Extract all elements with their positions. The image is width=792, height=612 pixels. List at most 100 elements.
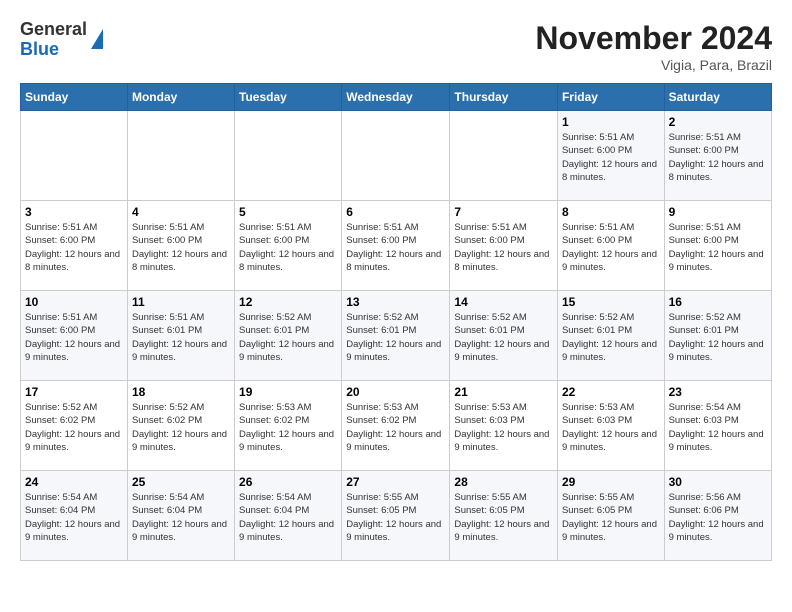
weekday-header-sunday: Sunday <box>21 84 128 111</box>
day-number: 24 <box>25 475 123 489</box>
day-number: 20 <box>346 385 445 399</box>
calendar-week-0: 1 Sunrise: 5:51 AMSunset: 6:00 PMDaylight… <box>21 111 772 201</box>
calendar-cell: 2Sunrise: 5:51 AMSunset: 6:00 PMDaylight… <box>664 111 771 201</box>
month-title: November 2024 <box>535 20 772 57</box>
day-info: Sunrise: 5:51 AMSunset: 6:00 PMDaylight:… <box>669 221 767 274</box>
calendar-cell: 5 Sunrise: 5:51 AMSunset: 6:00 PMDaylight… <box>235 201 342 291</box>
day-number: 27 <box>346 475 445 489</box>
day-info: Sunrise: 5:55 AMSunset: 6:05 PMDaylight:… <box>454 491 553 544</box>
calendar-cell: 26 Sunrise: 5:54 AMSunset: 6:04 PMDayligh… <box>235 471 342 561</box>
logo-blue: Blue <box>20 40 87 60</box>
day-number: 13 <box>346 295 445 309</box>
day-number: 15 <box>562 295 660 309</box>
calendar-cell: 24 Sunrise: 5:54 AMSunset: 6:04 PMDayligh… <box>21 471 128 561</box>
day-info: Sunrise: 5:53 AMSunset: 6:02 PMDaylight:… <box>346 401 445 454</box>
weekday-header-monday: Monday <box>127 84 234 111</box>
calendar-cell: 7 Sunrise: 5:51 AMSunset: 6:00 PMDaylight… <box>450 201 558 291</box>
calendar-cell: 28 Sunrise: 5:55 AMSunset: 6:05 PMDayligh… <box>450 471 558 561</box>
day-number: 19 <box>239 385 337 399</box>
day-info: Sunrise: 5:51 AMSunset: 6:00 PMDaylight:… <box>562 131 660 184</box>
calendar-cell: 22 Sunrise: 5:53 AMSunset: 6:03 PMDayligh… <box>557 381 664 471</box>
calendar-cell: 10Sunrise: 5:51 AMSunset: 6:00 PMDayligh… <box>21 291 128 381</box>
day-number: 11 <box>132 295 230 309</box>
calendar-cell: 4 Sunrise: 5:51 AMSunset: 6:00 PMDaylight… <box>127 201 234 291</box>
day-info: Sunrise: 5:53 AMSunset: 6:03 PMDaylight:… <box>562 401 660 454</box>
calendar-cell: 19 Sunrise: 5:53 AMSunset: 6:02 PMDayligh… <box>235 381 342 471</box>
day-number: 22 <box>562 385 660 399</box>
day-number: 12 <box>239 295 337 309</box>
calendar-cell <box>21 111 128 201</box>
calendar-header-row: SundayMondayTuesdayWednesdayThursdayFrid… <box>21 84 772 111</box>
day-info: Sunrise: 5:54 AMSunset: 6:04 PMDaylight:… <box>239 491 337 544</box>
day-info: Sunrise: 5:53 AMSunset: 6:02 PMDaylight:… <box>239 401 337 454</box>
calendar-cell: 29 Sunrise: 5:55 AMSunset: 6:05 PMDayligh… <box>557 471 664 561</box>
calendar-week-1: 3 Sunrise: 5:51 AMSunset: 6:00 PMDaylight… <box>21 201 772 291</box>
calendar-cell: 27 Sunrise: 5:55 AMSunset: 6:05 PMDayligh… <box>342 471 450 561</box>
day-info: Sunrise: 5:55 AMSunset: 6:05 PMDaylight:… <box>562 491 660 544</box>
calendar-cell: 14 Sunrise: 5:52 AMSunset: 6:01 PMDayligh… <box>450 291 558 381</box>
day-info: Sunrise: 5:51 AMSunset: 6:00 PMDaylight:… <box>239 221 337 274</box>
day-number: 8 <box>562 205 660 219</box>
weekday-header-wednesday: Wednesday <box>342 84 450 111</box>
day-number: 23 <box>669 385 767 399</box>
day-number: 2 <box>669 115 767 129</box>
calendar-cell: 21Sunrise: 5:53 AMSunset: 6:03 PMDayligh… <box>450 381 558 471</box>
calendar-cell: 25 Sunrise: 5:54 AMSunset: 6:04 PMDayligh… <box>127 471 234 561</box>
day-number: 29 <box>562 475 660 489</box>
day-number: 17 <box>25 385 123 399</box>
day-info: Sunrise: 5:52 AMSunset: 6:02 PMDaylight:… <box>132 401 230 454</box>
calendar-cell: 18Sunrise: 5:52 AMSunset: 6:02 PMDayligh… <box>127 381 234 471</box>
day-number: 28 <box>454 475 553 489</box>
day-info: Sunrise: 5:51 AMSunset: 6:01 PMDaylight:… <box>132 311 230 364</box>
title-area: November 2024 Vigia, Para, Brazil <box>535 20 772 73</box>
logo-general: General <box>20 20 87 40</box>
day-number: 5 <box>239 205 337 219</box>
day-info: Sunrise: 5:54 AMSunset: 6:04 PMDaylight:… <box>25 491 123 544</box>
weekday-header-tuesday: Tuesday <box>235 84 342 111</box>
logo: General Blue <box>20 20 103 60</box>
calendar-cell: 12 Sunrise: 5:52 AMSunset: 6:01 PMDayligh… <box>235 291 342 381</box>
calendar-week-4: 24 Sunrise: 5:54 AMSunset: 6:04 PMDayligh… <box>21 471 772 561</box>
page-header: General Blue November 2024 Vigia, Para, … <box>20 20 772 73</box>
calendar-cell: 17Sunrise: 5:52 AMSunset: 6:02 PMDayligh… <box>21 381 128 471</box>
day-number: 7 <box>454 205 553 219</box>
calendar-cell: 13Sunrise: 5:52 AMSunset: 6:01 PMDayligh… <box>342 291 450 381</box>
day-number: 14 <box>454 295 553 309</box>
day-info: Sunrise: 5:51 AMSunset: 6:00 PMDaylight:… <box>25 311 123 364</box>
day-info: Sunrise: 5:51 AMSunset: 6:00 PMDaylight:… <box>25 221 123 274</box>
calendar-cell: 16Sunrise: 5:52 AMSunset: 6:01 PMDayligh… <box>664 291 771 381</box>
day-info: Sunrise: 5:51 AMSunset: 6:00 PMDaylight:… <box>454 221 553 274</box>
weekday-header-friday: Friday <box>557 84 664 111</box>
day-info: Sunrise: 5:51 AMSunset: 6:00 PMDaylight:… <box>346 221 445 274</box>
weekday-header-saturday: Saturday <box>664 84 771 111</box>
day-info: Sunrise: 5:54 AMSunset: 6:04 PMDaylight:… <box>132 491 230 544</box>
calendar-cell: 23 Sunrise: 5:54 AMSunset: 6:03 PMDayligh… <box>664 381 771 471</box>
day-info: Sunrise: 5:54 AMSunset: 6:03 PMDaylight:… <box>669 401 767 454</box>
calendar-cell: 9Sunrise: 5:51 AMSunset: 6:00 PMDaylight… <box>664 201 771 291</box>
calendar-week-3: 17 Sunrise: 5:52 AMSunset: 6:02 PMDayligh… <box>21 381 772 471</box>
calendar-cell: 11 Sunrise: 5:51 AMSunset: 6:01 PMDayligh… <box>127 291 234 381</box>
day-number: 6 <box>346 205 445 219</box>
day-number: 3 <box>25 205 123 219</box>
weekday-header-thursday: Thursday <box>450 84 558 111</box>
calendar-cell: 3 Sunrise: 5:51 AMSunset: 6:00 PMDaylight… <box>21 201 128 291</box>
day-info: Sunrise: 5:51 AMSunset: 6:00 PMDaylight:… <box>132 221 230 274</box>
calendar-week-2: 10Sunrise: 5:51 AMSunset: 6:00 PMDayligh… <box>21 291 772 381</box>
day-info: Sunrise: 5:52 AMSunset: 6:01 PMDaylight:… <box>239 311 337 364</box>
location-label: Vigia, Para, Brazil <box>535 57 772 73</box>
day-info: Sunrise: 5:52 AMSunset: 6:01 PMDaylight:… <box>454 311 553 364</box>
calendar-cell: 30 Sunrise: 5:56 AMSunset: 6:06 PMDayligh… <box>664 471 771 561</box>
day-info: Sunrise: 5:52 AMSunset: 6:01 PMDaylight:… <box>562 311 660 364</box>
calendar-cell: 6 Sunrise: 5:51 AMSunset: 6:00 PMDaylight… <box>342 201 450 291</box>
calendar-cell <box>342 111 450 201</box>
day-number: 1 <box>562 115 660 129</box>
calendar-cell <box>127 111 234 201</box>
day-info: Sunrise: 5:53 AMSunset: 6:03 PMDaylight:… <box>454 401 553 454</box>
day-info: Sunrise: 5:56 AMSunset: 6:06 PMDaylight:… <box>669 491 767 544</box>
day-number: 26 <box>239 475 337 489</box>
day-number: 25 <box>132 475 230 489</box>
day-number: 30 <box>669 475 767 489</box>
day-info: Sunrise: 5:55 AMSunset: 6:05 PMDaylight:… <box>346 491 445 544</box>
day-info: Sunrise: 5:51 AMSunset: 6:00 PMDaylight:… <box>562 221 660 274</box>
day-number: 4 <box>132 205 230 219</box>
